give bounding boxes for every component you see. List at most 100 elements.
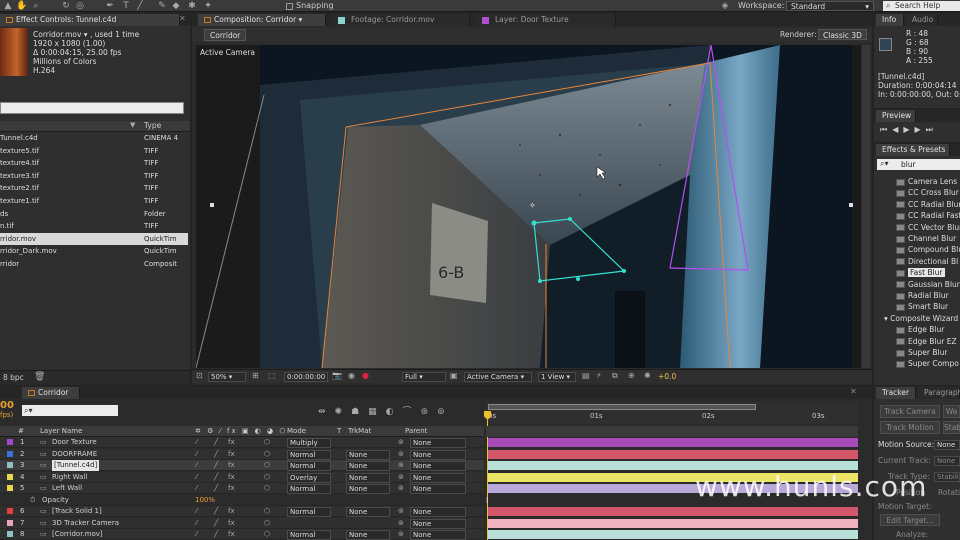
fast-preview-icon[interactable]: ⚡ [596, 371, 602, 380]
current-time-display[interactable]: 0:00:00:00 [284, 372, 328, 382]
pick-whip-icon[interactable]: ⊚ [398, 506, 404, 517]
project-item[interactable]: ds Folder [0, 208, 188, 220]
layer-label-color[interactable] [7, 450, 13, 457]
layer-name[interactable]: Door Texture [52, 437, 97, 448]
trkmat-dropdown[interactable]: None [346, 461, 390, 471]
pick-whip-icon[interactable]: ⊚ [398, 472, 404, 483]
bounding-handle[interactable] [849, 203, 853, 207]
layer-mode-dropdown[interactable]: Normal [287, 507, 331, 517]
layer-label-color[interactable] [7, 519, 13, 526]
trash-icon[interactable]: 🗑 [34, 372, 45, 382]
project-item[interactable]: texture4.tif TIFF [0, 157, 188, 169]
parent-dropdown[interactable]: None [410, 438, 466, 448]
snapping-checkbox[interactable] [286, 3, 293, 10]
quality-switch-icon[interactable]: ╱ [214, 472, 218, 483]
layer-name[interactable]: Left Wall [52, 483, 82, 494]
camera-tool-icon[interactable]: ◎ [74, 1, 86, 11]
comp-navigator-tab[interactable]: Corridor [204, 29, 247, 41]
layer-mode-dropdown[interactable]: Normal [287, 530, 331, 540]
magnification-icon[interactable]: ⊡ [196, 371, 203, 380]
tab-effects-presets[interactable]: Effects & Presets [876, 144, 950, 156]
layer-row[interactable]: 5 ▭ Left Wall ⁄ ╱ fx ⬡ Normal None ⊚ None [0, 483, 484, 494]
exposure-icon[interactable]: ✺ [644, 371, 651, 380]
shy-switch-icon[interactable]: ⁄ [196, 460, 197, 471]
layer-label-color[interactable] [7, 485, 13, 491]
effect-item[interactable]: Super Blur [880, 347, 960, 358]
parent-dropdown[interactable]: None [410, 507, 466, 517]
3d-layer-icon[interactable]: ⬡ [264, 460, 270, 471]
layer-row[interactable]: 6 ▭ [Track Solid 1] ⁄ ╱ fx ⬡ Normal None ⊚ None [0, 506, 484, 517]
project-item[interactable]: rridor Composit [0, 258, 188, 270]
resolution-dropdown[interactable]: Full ▾ [402, 372, 446, 382]
quality-switch-icon[interactable]: ╱ [214, 449, 218, 460]
col-layer-name[interactable]: Layer Name [40, 426, 82, 437]
anchor-point-icon[interactable]: ✧ [529, 201, 536, 210]
rotation-checkbox-label[interactable]: Rotatio [938, 488, 960, 497]
auto-keyframe-icon[interactable]: ⊚ [437, 407, 454, 417]
trkmat-dropdown[interactable]: None [346, 449, 390, 460]
tab-effect-controls[interactable]: Effect Controls: Tunnel.c4d [0, 14, 180, 26]
quality-switch-icon[interactable]: ╱ [214, 460, 218, 471]
project-search-input[interactable] [0, 102, 184, 114]
mask-view-icon[interactable]: ⬚ [268, 371, 276, 380]
trkmat-dropdown[interactable]: None [346, 484, 390, 494]
layer-name[interactable]: DOORFRAME [52, 449, 97, 460]
effect-item[interactable]: Channel Blur [880, 233, 960, 244]
shy-switch-icon[interactable]: ⁄ [196, 449, 197, 460]
effect-item[interactable]: Fast Blur [880, 267, 960, 278]
flowchart-icon[interactable]: ⊕ [628, 371, 635, 380]
tab-footage[interactable]: Footage: Corridor.mov [332, 14, 470, 26]
property-row[interactable]: ⏱ Opacity 100% [0, 494, 484, 506]
effects-switch-icon[interactable]: fx [228, 472, 235, 483]
hand-tool-icon[interactable]: ✋ [16, 1, 28, 11]
layer-label-color[interactable] [7, 473, 13, 480]
pick-whip-icon[interactable]: ⊚ [398, 483, 404, 494]
safe-zones-icon[interactable]: ⊞ [252, 371, 259, 380]
layer-mode-dropdown[interactable]: Normal [287, 449, 331, 460]
bpc-label[interactable]: 8 bpc [3, 373, 24, 382]
pick-whip-icon[interactable]: ⊚ [398, 460, 404, 471]
snapshot-icon[interactable]: 📷 [332, 371, 342, 380]
effect-item[interactable]: Edge Blur [880, 324, 960, 335]
col-parent[interactable]: Parent [405, 426, 427, 437]
zoom-dropdown[interactable]: 50% ▾ [208, 372, 246, 382]
selection-tool-icon[interactable]: ▲ [2, 1, 14, 11]
parent-dropdown[interactable]: None [410, 530, 466, 540]
layer-row[interactable]: 7 ▭ 3D Tracker Camera ⁄ ╱ fx ⬡ ⊚ None [0, 517, 484, 529]
layer-name[interactable]: 3D Tracker Camera [52, 518, 119, 529]
trkmat-dropdown[interactable]: None [346, 507, 390, 517]
effects-switch-icon[interactable]: fx [228, 518, 235, 529]
3d-layer-icon[interactable]: ⬡ [264, 529, 270, 540]
project-item[interactable]: texture2.tif TIFF [0, 182, 188, 194]
pen-tool-icon[interactable]: ✒ [104, 1, 116, 11]
layer-row[interactable]: 2 ▭ DOORFRAME ⁄ ╱ fx ⬡ Normal None ⊚ None [0, 448, 484, 460]
effect-item[interactable]: Directional Bl [880, 256, 960, 267]
effects-search-input[interactable]: blur [877, 159, 960, 170]
3d-layer-icon[interactable]: ⬡ [264, 472, 270, 483]
search-help-input[interactable]: Search Help [883, 1, 960, 11]
timeline-timecode[interactable]: 00 [0, 400, 14, 411]
layer-label-color[interactable] [7, 531, 13, 537]
roto-tool-icon[interactable]: ✦ [202, 1, 214, 11]
3d-layer-icon[interactable]: ⬡ [264, 518, 270, 529]
effects-switch-icon[interactable]: fx [228, 460, 235, 471]
close-icon[interactable]: ✕ [179, 14, 186, 23]
pick-whip-icon[interactable]: ⊚ [398, 449, 404, 460]
parent-dropdown[interactable]: None [410, 484, 466, 494]
shy-switch-icon[interactable]: ⁄ [196, 506, 197, 517]
text-tool-icon[interactable]: T [120, 1, 132, 11]
show-channel-icon[interactable]: ◉ [348, 371, 355, 380]
effects-switch-icon[interactable]: fx [228, 529, 235, 540]
3d-layer-icon[interactable]: ⬡ [264, 449, 270, 460]
roi-icon[interactable]: ▣ [450, 371, 458, 380]
layer-row[interactable]: 4 ▭ Right Wall ⁄ ╱ fx ⬡ Overlay None ⊚ None [0, 471, 484, 483]
layer-duration-bar[interactable] [488, 530, 858, 539]
rotate-tool-icon[interactable]: ↻ [60, 1, 72, 11]
effect-item[interactable]: Edge Blur EZ [880, 336, 960, 347]
shy-switch-icon[interactable]: ⁄ [196, 437, 197, 448]
tab-timeline-corridor[interactable]: Corridor [22, 387, 80, 399]
graph-editor-icon[interactable]: ⌒ [403, 407, 421, 417]
workspace-dropdown[interactable]: Standard ▾ [786, 1, 874, 11]
project-item[interactable]: texture5.tif TIFF [0, 145, 188, 157]
tab-layer[interactable]: Layer: Door Texture [476, 14, 616, 26]
